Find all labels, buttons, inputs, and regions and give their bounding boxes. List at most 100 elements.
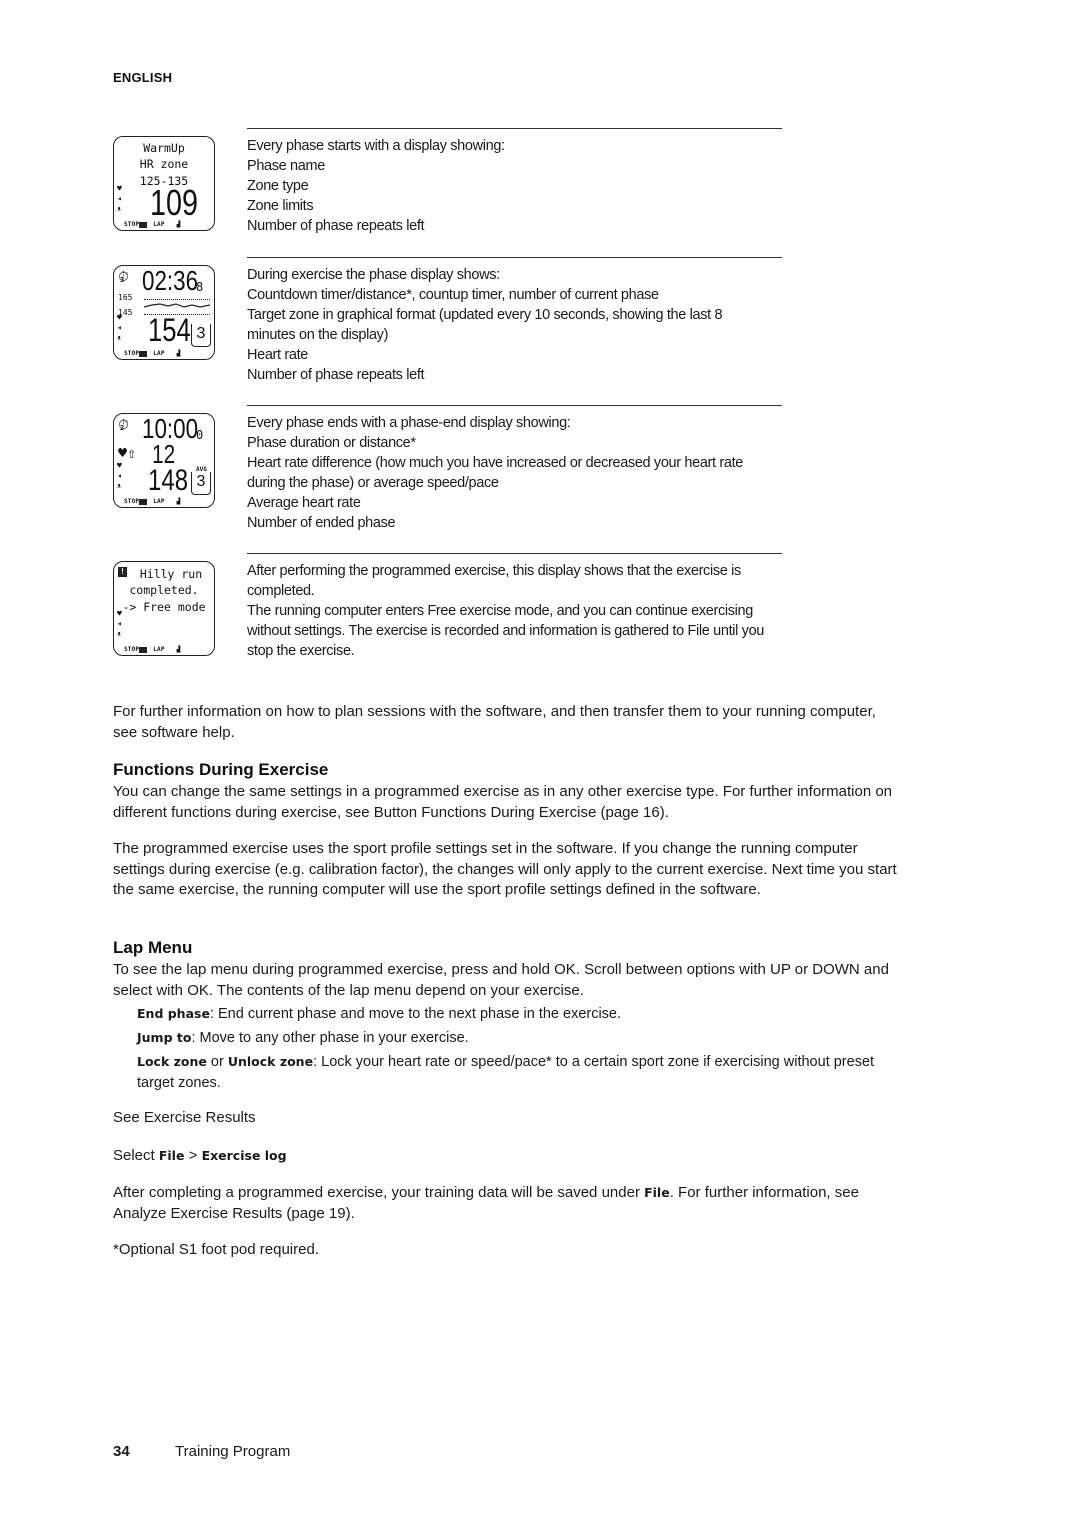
language-label: ENGLISH	[113, 70, 173, 85]
breadcrumb-separator: >	[184, 1147, 202, 1164]
functions-paragraph-2: The programmed exercise uses the sport p…	[113, 840, 897, 898]
runner-icon: ᴥ	[117, 333, 122, 342]
desc-line: Phase duration or distance*	[247, 435, 416, 451]
watch-display-phase-end: ⏱ 2 10:00 0 ♥⇧ 12 AVG 148 3 ♥ ◂ ᴥ STOP LA…	[113, 413, 215, 508]
section-divider	[247, 553, 782, 554]
display-timer-fraction: 8	[196, 280, 204, 294]
heading-lap-menu: Lap Menu	[113, 938, 193, 957]
lap-label: LAP	[153, 350, 165, 357]
lap-label: LAP	[153, 221, 165, 228]
signal-icon: ◂	[117, 323, 122, 332]
desc-line: Every phase starts with a display showin…	[247, 138, 505, 154]
desc-line: minutes on the display)	[247, 327, 389, 343]
page-number: 34	[113, 1443, 130, 1460]
display-heart-rate: 154	[148, 312, 191, 348]
keyword-end-phase: End phase	[137, 1006, 210, 1021]
display-repeats-left: 3	[191, 324, 211, 347]
see-exercise-results: See Exercise Results	[113, 1109, 256, 1126]
intro-paragraph: For further information on how to plan s…	[113, 703, 876, 741]
desc-line: Number of phase repeats left	[247, 367, 425, 383]
side-icons: ♥ ◂ ᴥ	[117, 461, 122, 491]
desc-line: Zone limits	[247, 198, 314, 214]
desc-line: Phase name	[247, 158, 325, 174]
signal-icon: ◂	[117, 194, 122, 203]
display-heart-rate: 109	[150, 182, 199, 223]
display-bottom-bar: STOP LAP ▟	[124, 498, 181, 505]
menu-file: File	[158, 1148, 185, 1163]
stop-label: STOP	[124, 221, 140, 228]
stop-label: STOP	[124, 350, 140, 357]
lap-menu-item-end-phase: End phase: End current phase and move to…	[137, 1004, 907, 1025]
display-timer-fraction: 0	[196, 428, 204, 442]
phase-end-description: Every phase ends with a phase-end displa…	[247, 413, 787, 533]
watch-display-phase-start: WarmUp HR zone 125-135 109 ♥ ◂ ᴥ STOP LAP…	[113, 136, 215, 231]
heart-icon: ♥	[117, 313, 122, 322]
item-text: : Move to any other phase in your exerci…	[191, 1030, 469, 1046]
display-upper-limit: 165	[118, 293, 133, 302]
during-phase-description: During exercise the phase display shows:…	[247, 265, 787, 385]
stop-label: STOP	[124, 646, 140, 653]
signal-icon: ◂	[117, 619, 122, 628]
display-completed-text: completed.	[129, 583, 199, 597]
desc-line: during the phase) or average speed/pace	[247, 475, 499, 491]
desc-line: Heart rate difference (how much you have…	[247, 455, 743, 471]
display-bottom-bar: STOP LAP ▟	[124, 221, 181, 228]
desc-line: Countdown timer/distance*, countup timer…	[247, 287, 659, 303]
record-icon	[139, 646, 148, 653]
desc-line: stop the exercise.	[247, 643, 355, 659]
record-icon	[139, 350, 148, 357]
keyword-jump-to: Jump to	[137, 1030, 192, 1045]
people-icon: ▟	[176, 350, 181, 357]
side-icons: ♥ ◂ ᴥ	[117, 609, 122, 639]
footer-section-title: Training Program	[175, 1443, 291, 1460]
item-text: : End current phase and move to the next…	[209, 1006, 622, 1022]
record-icon	[139, 498, 148, 505]
display-phase-number: 3	[120, 276, 125, 284]
display-free-mode: -> Free mode	[122, 600, 206, 614]
side-icons: ♥ ◂ ᴥ	[117, 184, 122, 214]
stop-label: STOP	[124, 498, 140, 505]
menu-exercise-log: Exercise log	[201, 1148, 287, 1163]
display-zone-type: HR zone	[139, 157, 189, 171]
display-countdown-timer: 02:36	[142, 265, 199, 296]
desc-line: Zone type	[247, 178, 309, 194]
runner-icon: ᴥ	[117, 204, 122, 213]
lap-menu-item-lock-zone: Lock zone or Unlock zone: Lock your hear…	[137, 1052, 907, 1093]
heading-functions-during-exercise: Functions During Exercise	[113, 760, 329, 779]
display-average-hr: 148	[148, 464, 189, 497]
runner-icon: ᴥ	[117, 629, 122, 638]
display-exercise-name: Hilly run	[139, 567, 203, 581]
heart-icon: ♥	[117, 184, 122, 193]
section-divider	[247, 257, 782, 258]
lap-menu-paragraph: To see the lap menu during programmed ex…	[113, 961, 889, 999]
keyword-unlock-zone: Unlock zone	[227, 1054, 314, 1069]
desc-line: During exercise the phase display shows:	[247, 267, 500, 283]
section-divider	[247, 128, 782, 129]
lap-label: LAP	[153, 498, 165, 505]
lap-label: LAP	[153, 646, 165, 653]
display-bottom-bar: STOP LAP ▟	[124, 646, 181, 653]
phase-start-description: Every phase starts with a display showin…	[247, 136, 787, 236]
watch-display-exercise-completed: ! Hilly run completed. -> Free mode ♥ ◂ …	[113, 561, 215, 656]
item-text: or	[206, 1054, 228, 1070]
signal-icon: ◂	[117, 471, 122, 480]
heart-icon: ♥	[117, 609, 122, 618]
desc-line: The running computer enters Free exercis…	[247, 603, 753, 619]
menu-path: Select File > Exercise log	[113, 1146, 903, 1167]
record-icon	[139, 221, 148, 228]
hr-trend-graph	[144, 303, 210, 308]
display-phase-name: WarmUp	[143, 141, 185, 155]
desc-line: Number of phase repeats left	[247, 218, 425, 234]
keyword-lock-zone: Lock zone	[137, 1054, 207, 1069]
display-phase-number: 2	[120, 424, 125, 432]
side-icons: ♥ ◂ ᴥ	[117, 313, 122, 343]
desc-line: without settings. The exercise is record…	[247, 623, 765, 639]
display-ended-phase: 3	[191, 472, 211, 495]
functions-paragraph-1: You can change the same settings in a pr…	[113, 783, 893, 821]
people-icon: ▟	[176, 498, 181, 505]
zone-upper-line	[144, 299, 210, 300]
runner-icon: ᴥ	[117, 481, 122, 490]
desc-line: completed.	[247, 583, 315, 599]
desc-line: Average heart rate	[247, 495, 361, 511]
heart-up-arrow-icon: ♥⇧	[118, 444, 137, 462]
